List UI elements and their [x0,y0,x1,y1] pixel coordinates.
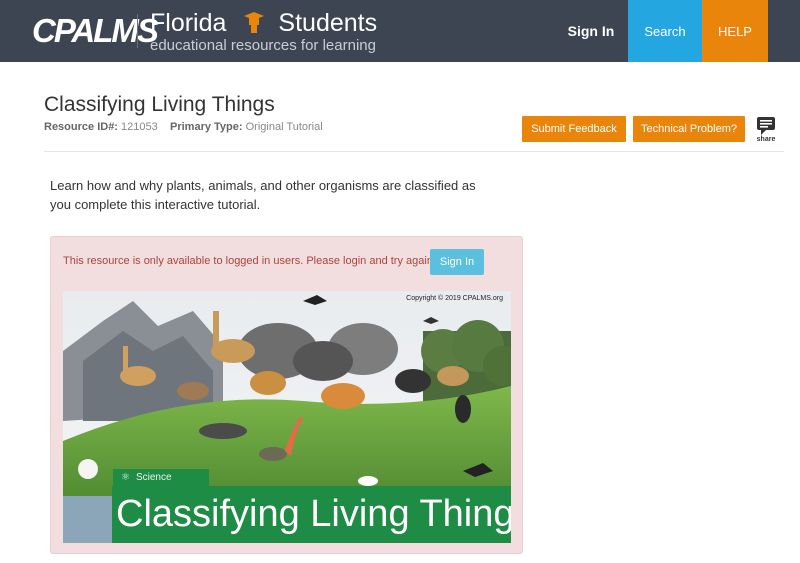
hero-title-banner: Classifying Living Things [112,486,511,543]
resource-description: Learn how and why plants, animals, and o… [50,178,476,212]
atom-icon: ⚛ [121,472,130,483]
login-required-message: This resource is only available to logge… [63,255,436,267]
share-label: share [756,136,776,143]
submit-feedback-button[interactable]: Submit Feedback [522,116,626,142]
tutorial-hero-image[interactable]: Copyright © 2019 CPALMS.org ⚛ Science Cl… [63,291,511,543]
primary-type-label: Primary Type: [170,121,243,133]
share-icon [757,117,775,135]
nav-search-button[interactable]: Search [628,0,702,62]
login-required-panel: This resource is only available to logge… [50,236,523,554]
logo-text: CPALMS [32,12,159,49]
student-icon [244,12,265,33]
share-button[interactable]: share [755,116,777,146]
subject-tag: ⚛ Science [113,469,209,486]
resource-meta: Resource ID#: 121053 Primary Type: Origi… [44,121,323,133]
header-divider [137,14,138,48]
resource-id-value: 121053 [121,121,158,133]
subject-label: Science [135,472,172,483]
site-header: CPALMS Florida Students educational reso… [0,0,800,62]
copyright-text: Copyright © 2019 CPALMS.org [406,294,503,302]
brand-subtitle: educational resources for learning [150,37,376,54]
primary-type-value: Original Tutorial [245,121,323,133]
brand-title: Florida Students [150,9,377,37]
nav-help-button[interactable]: HELP [702,0,768,62]
brand-title-florida: Florida [150,9,227,37]
resource-id-label: Resource ID#: [44,121,118,133]
nav-sign-in-link[interactable]: Sign In [562,0,620,62]
section-divider [44,151,784,152]
panel-sign-in-button[interactable]: Sign In [430,249,484,275]
resource-title: Classifying Living Things [44,93,275,116]
brand-title-students: Students [278,9,378,37]
cpalms-logo[interactable]: CPALMS [32,12,159,49]
technical-problem-button[interactable]: Technical Problem? [633,116,745,142]
